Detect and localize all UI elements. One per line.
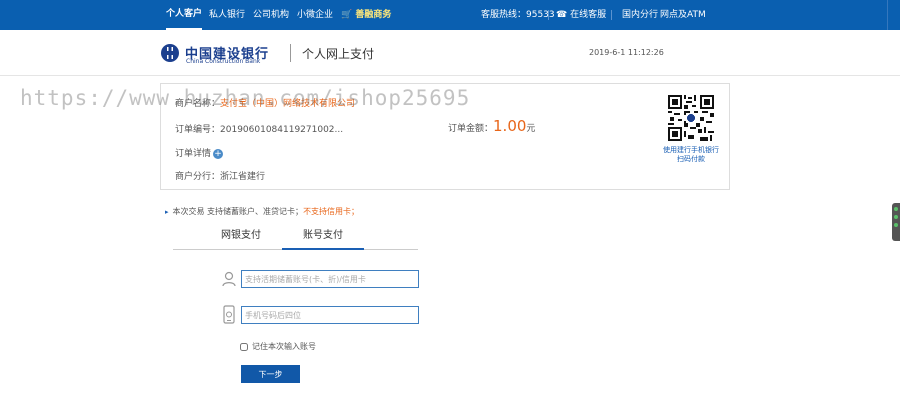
order-number-label: 订单编号：: [175, 125, 221, 135]
tab-account-payment[interactable]: 账号支付: [282, 228, 364, 250]
notice-warning: 不支持信用卡；: [303, 207, 360, 216]
merchant-branch-row: 商户分行：浙江省建行: [175, 169, 265, 182]
payment-tabs: 网银支付 账号支付: [173, 228, 418, 250]
nav-separator: [611, 10, 612, 20]
order-number-value: 20190601084119271002...: [220, 125, 344, 135]
brand-divider: [290, 44, 291, 62]
nav-corporate[interactable]: 公司机构: [253, 0, 289, 30]
nav-micro-enterprise[interactable]: 小微企业: [297, 0, 333, 30]
cart-icon: 🛒: [341, 10, 353, 20]
current-datetime: 2019-6-1 11:12:26: [589, 48, 664, 57]
remember-account-checkbox[interactable]: [240, 342, 248, 351]
order-amount-label: 订单金额：: [448, 124, 494, 134]
remember-account-label: 记住本次输入账号: [252, 342, 316, 351]
nav-domestic-branch[interactable]: 国内分行: [622, 0, 658, 30]
transaction-notice: ▸ 本次交易 支持储蓄账户、准贷记卡；不支持信用卡；: [165, 206, 359, 217]
order-number-row: 订单编号：20190601084119271002...: [175, 122, 343, 135]
expand-plus-icon[interactable]: +: [213, 148, 224, 159]
brand-header: [0, 30, 900, 76]
status-dot-icon: [894, 223, 898, 227]
watermark-text: https://www.huzhan.com/ishop25695: [20, 86, 471, 110]
bank-name-en: China Construction Bank: [186, 58, 261, 65]
order-amount-unit: 元: [526, 124, 536, 134]
phone-last-four-input[interactable]: [241, 306, 419, 324]
mobile-phone-icon: [223, 305, 235, 324]
notice-text: 本次交易 支持储蓄账户、准贷记卡；: [172, 207, 304, 216]
status-dot-icon: [894, 207, 898, 211]
merchant-branch-label: 商户分行：: [175, 172, 221, 182]
triangle-bullet-icon: ▸: [165, 208, 169, 216]
user-icon: [222, 271, 236, 287]
order-details-toggle[interactable]: 订单详情 +: [175, 146, 224, 159]
side-floating-widget[interactable]: [892, 203, 900, 241]
headset-icon: ☎: [556, 10, 568, 20]
hotline-text: 客服热线：95533: [481, 10, 555, 20]
next-step-button[interactable]: 下一步: [241, 365, 300, 383]
window-scroll-edge: [887, 0, 900, 30]
online-service-label: 在线客服: [570, 10, 607, 20]
qr-caption: 使用建行手机银行扫码付款: [663, 146, 719, 163]
nav-ecommerce-label: 善融商务: [355, 10, 392, 20]
nav-ecommerce[interactable]: 🛒 善融商务: [341, 0, 391, 30]
page-title: 个人网上支付: [302, 47, 375, 61]
top-navigation-bar: 个人客户 私人银行 公司机构 小微企业 🛒 善融商务 客服热线：95533 ☎ …: [0, 0, 900, 30]
nav-personal[interactable]: 个人客户: [166, 0, 203, 30]
status-dot-icon: [894, 215, 898, 219]
ccb-logo-icon: [161, 44, 179, 62]
nav-outlets-atm[interactable]: 网点及ATM: [660, 0, 706, 30]
order-amount-row: 订单金额：1.00元: [448, 117, 535, 135]
nav-online-service[interactable]: ☎ 在线客服: [556, 0, 606, 30]
qr-code-icon: [668, 95, 714, 141]
order-details-label: 订单详情: [175, 149, 212, 159]
nav-private-banking[interactable]: 私人银行: [209, 0, 245, 30]
nav-separator: [548, 10, 549, 20]
order-amount-value: 1.00: [493, 117, 527, 135]
tab-online-banking[interactable]: 网银支付: [200, 228, 282, 250]
merchant-branch-value: 浙江省建行: [220, 172, 266, 182]
remember-account-option[interactable]: 记住本次输入账号: [240, 341, 316, 352]
account-number-input[interactable]: [241, 270, 419, 288]
